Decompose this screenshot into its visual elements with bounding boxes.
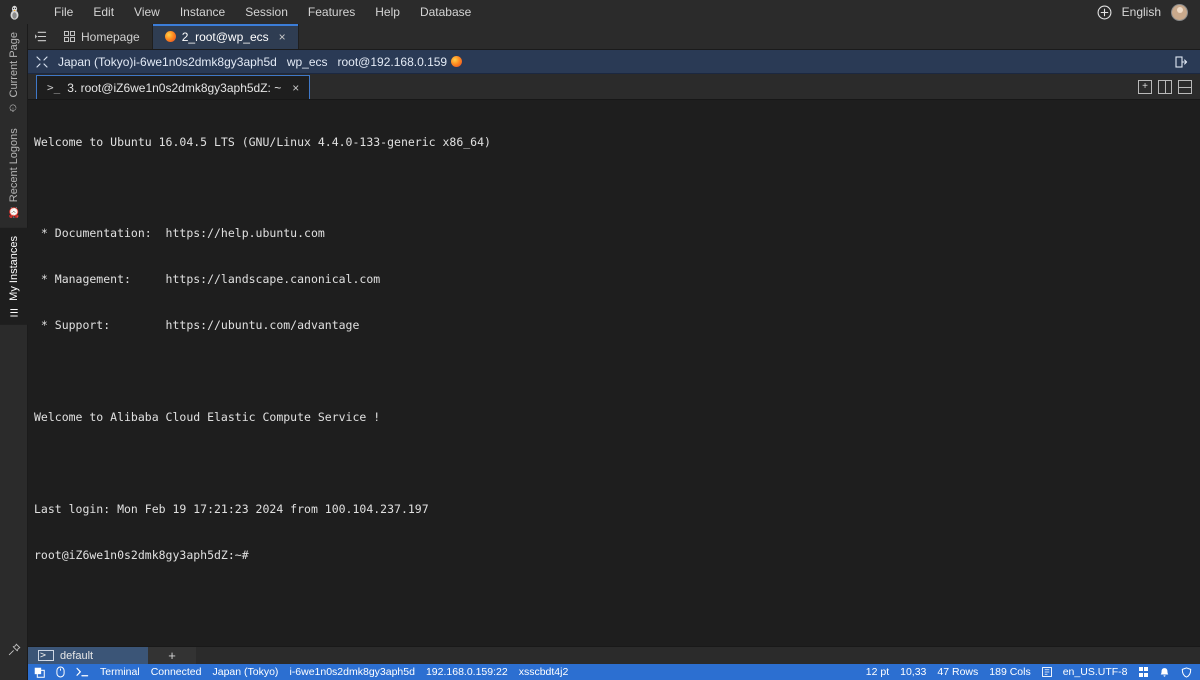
session-info-bar: Japan (Tokyo)i-6we1n0s2dmk8gy3aph5d wp_e… (28, 50, 1200, 74)
status-type: Terminal (100, 666, 140, 678)
terminal-prompt-icon (76, 667, 89, 677)
session-bar-actions (1174, 55, 1192, 69)
status-rows: 47 Rows (937, 666, 979, 678)
menu-bar: File Edit View Instance Session Features… (0, 0, 1200, 24)
menu-items: File Edit View Instance Session Features… (44, 2, 481, 22)
split-vertical-button[interactable] (1158, 79, 1172, 94)
menu-help[interactable]: Help (365, 2, 410, 22)
menu-session[interactable]: Session (235, 2, 298, 22)
tab-strip: Homepage 2_root@wp_ecs × (28, 24, 1200, 50)
session-instance-name: wp_ecs (286, 54, 328, 69)
close-icon[interactable]: × (292, 81, 299, 95)
sidebar-item-recent-logons[interactable]: ⏰ Recent Logons (0, 120, 28, 227)
workspace-tab-default[interactable]: >_ default (28, 647, 148, 664)
new-pane-button[interactable]: + (1138, 79, 1152, 94)
body-row: ⏱ Current Page ⏰ Recent Logons ☰ My Inst… (0, 24, 1200, 680)
status-region: Japan (Tokyo) (212, 666, 279, 678)
split-horizontal-button[interactable] (1178, 79, 1192, 94)
session-instance-id: i-6we1n0s2dmk8gy3aph5d (133, 54, 277, 69)
status-instance-id: i-6we1n0s2dmk8gy3aph5d (289, 666, 415, 678)
sub-tab-bar: >_ 3. root@iZ6we1n0s2dmk8gy3aph5dZ: ~ × … (28, 74, 1200, 100)
status-encoding[interactable]: en_US.UTF-8 (1063, 666, 1128, 678)
tab-list-icon[interactable] (28, 24, 52, 49)
terminal-icon: >_ (38, 650, 55, 661)
fullscreen-icon[interactable] (36, 55, 48, 68)
encoding-icon (1041, 667, 1052, 677)
shield-icon[interactable] (1181, 666, 1192, 678)
logout-icon[interactable] (1174, 55, 1188, 69)
menu-edit[interactable]: Edit (83, 2, 124, 22)
user-avatar[interactable] (1171, 3, 1188, 21)
menu-instance[interactable]: Instance (170, 2, 235, 22)
terminal-line: Welcome to Alibaba Cloud Elastic Compute… (34, 409, 381, 424)
sidebar-item-current-page[interactable]: ⏱ Current Page (0, 24, 28, 120)
tab-homepage[interactable]: Homepage (52, 24, 153, 49)
history-icon: ⏰ (8, 207, 19, 220)
tab-label: 2_root@wp_ecs (181, 29, 269, 44)
keyboard-icon[interactable] (1138, 667, 1148, 677)
terminal-prompt-line: root@iZ6we1n0s2dmk8gy3aph5dZ:~# (34, 547, 249, 562)
copy-icon[interactable] (34, 667, 45, 678)
terminal-line: * Documentation: https://help.ubuntu.com (34, 226, 325, 241)
workspace-bar-filler (196, 647, 1200, 664)
status-bar-right: 12 pt 10,33 47 Rows 189 Cols en_US.UTF-8 (866, 666, 1194, 678)
connected-badge-icon (451, 56, 463, 67)
mouse-icon[interactable] (56, 666, 65, 678)
status-connection: Connected (150, 666, 202, 678)
terminal-output[interactable]: Welcome to Ubuntu 16.04.5 LTS (GNU/Linux… (28, 100, 1200, 646)
terminal-line: Welcome to Ubuntu 16.04.5 LTS (GNU/Linux… (34, 134, 491, 149)
status-bar-left: Terminal Connected Japan (Tokyo) i-6we1n… (34, 666, 568, 678)
session-region: Japan (Tokyo) (58, 54, 134, 69)
terminal-prompt-icon: >_ (47, 81, 61, 94)
status-bar: Terminal Connected Japan (Tokyo) i-6we1n… (28, 664, 1200, 680)
pin-icon[interactable] (0, 643, 28, 656)
menu-bar-right: English (1097, 3, 1200, 21)
penguin-logo-icon (0, 0, 28, 24)
session-region-instance: Japan (Tokyo)i-6we1n0s2dmk8gy3aph5d (58, 55, 277, 69)
clock-icon: ⏱ (7, 102, 19, 113)
main-area: Homepage 2_root@wp_ecs × Japan (Tokyo)i-… (28, 24, 1200, 680)
sub-tab-label: 3. root@iZ6we1n0s2dmk8gy3aph5dZ: ~ (67, 80, 282, 95)
sub-tab-shell-3[interactable]: >_ 3. root@iZ6we1n0s2dmk8gy3aph5dZ: ~ × (36, 75, 311, 99)
language-selector[interactable]: English (1122, 5, 1161, 19)
terminal-line: Last login: Mon Feb 19 17:21:23 2024 fro… (34, 501, 429, 516)
status-address: 192.168.0.159:22 (425, 666, 508, 678)
status-cursor-position: 10,33 (900, 666, 927, 678)
left-rail: ⏱ Current Page ⏰ Recent Logons ☰ My Inst… (0, 24, 28, 680)
menu-database[interactable]: Database (410, 2, 481, 22)
grid-icon (64, 31, 75, 42)
sidebar-item-label: Current Page (7, 32, 20, 98)
terminal-line: * Management: https://landscape.canonica… (34, 272, 381, 287)
menu-view[interactable]: View (124, 2, 170, 22)
tab-session-2-root-wp-ecs[interactable]: 2_root@wp_ecs × (152, 24, 299, 49)
workspace-bar: >_ default + (28, 646, 1200, 664)
status-font-size[interactable]: 12 pt (866, 666, 889, 678)
workspace-tab-label: default (60, 649, 94, 662)
menu-file[interactable]: File (44, 2, 83, 22)
sidebar-item-my-instances[interactable]: ☰ My Instances (0, 227, 28, 325)
sub-tab-actions: + (1138, 74, 1200, 99)
status-cols: 189 Cols (989, 666, 1031, 678)
sidebar-item-label: Recent Logons (7, 128, 20, 203)
list-icon: ☰ (8, 305, 19, 317)
tab-label: Homepage (81, 29, 140, 44)
sidebar-item-label: My Instances (7, 235, 20, 301)
bell-icon[interactable] (1159, 667, 1170, 678)
close-icon[interactable]: × (279, 31, 286, 43)
app-window: File Edit View Instance Session Features… (0, 0, 1200, 680)
terminal-line: * Support: https://ubuntu.com/advantage (34, 318, 360, 333)
status-session-id: xsscbdt4j2 (518, 666, 569, 678)
plus-circle-icon[interactable] (1097, 5, 1112, 20)
session-icon (164, 31, 176, 42)
menu-features[interactable]: Features (298, 2, 365, 22)
session-user-host: root@192.168.0.159 (337, 54, 448, 69)
add-workspace-button[interactable]: + (148, 647, 196, 664)
